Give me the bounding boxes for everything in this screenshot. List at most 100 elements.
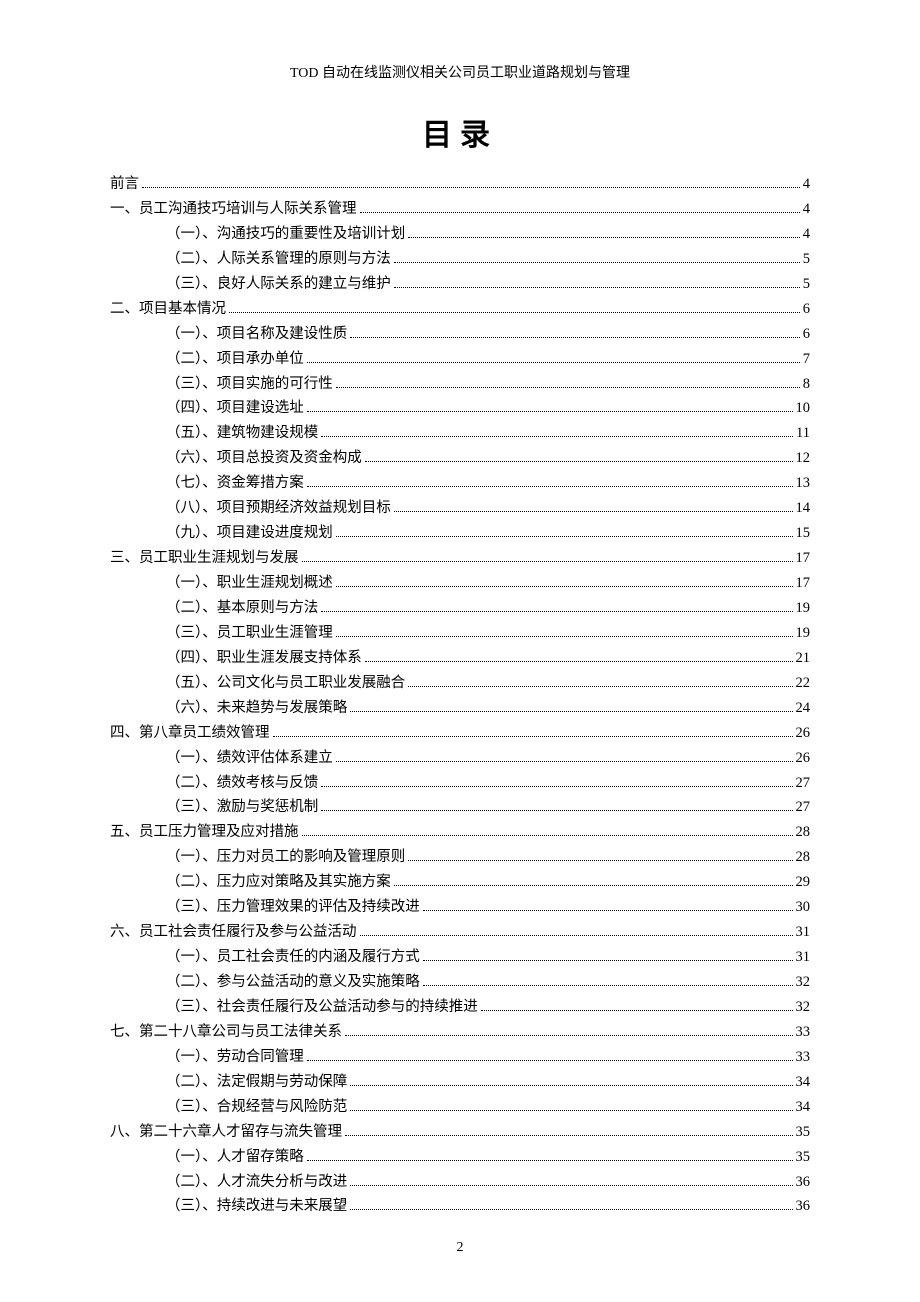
toc-entry[interactable]: （八）、项目预期经济效益规划目标 14 [110, 496, 810, 521]
toc-entry[interactable]: （一）、人才留存策略35 [110, 1145, 810, 1170]
toc-entry[interactable]: 八、第二十六章人才留存与流失管理35 [110, 1120, 810, 1145]
toc-entry[interactable]: （二）、绩效考核与反馈27 [110, 771, 810, 796]
toc-dot-leader [345, 1126, 793, 1136]
toc-dot-leader [336, 577, 793, 587]
toc-dot-leader [307, 1151, 793, 1161]
toc-dot-leader [408, 852, 792, 862]
toc-entry[interactable]: 五、员工压力管理及应对措施 28 [110, 820, 810, 845]
toc-entry-label: （二）、人才流失分析与改进 [166, 1170, 347, 1195]
toc-entry-page: 27 [796, 771, 811, 796]
toc-entry[interactable]: （三）、压力管理效果的评估及持续改进30 [110, 895, 810, 920]
toc-dot-leader [408, 228, 800, 238]
toc-entry[interactable]: （一）、项目名称及建设性质6 [110, 322, 810, 347]
toc-dot-leader [394, 278, 800, 288]
toc-dot-leader [360, 926, 793, 936]
toc-entry-label: （二）、人际关系管理的原则与方法 [166, 247, 391, 272]
toc-entry[interactable]: 六、员工社会责任履行及参与公益活动31 [110, 920, 810, 945]
toc-entry[interactable]: （三）、持续改进与未来展望36 [110, 1194, 810, 1219]
toc-dot-leader [423, 951, 793, 961]
toc-entry-page: 14 [796, 496, 811, 521]
toc-entry[interactable]: （三）、激励与奖惩机制 27 [110, 795, 810, 820]
toc-entry-label: （三）、激励与奖惩机制 [166, 795, 318, 820]
toc-entry-page: 36 [796, 1194, 811, 1219]
toc-entry-page: 21 [796, 646, 811, 671]
toc-entry-page: 32 [796, 970, 811, 995]
toc-entry[interactable]: （四）、职业生涯发展支持体系 21 [110, 646, 810, 671]
toc-entry-label: （一）、人才留存策略 [166, 1145, 304, 1170]
toc-entry[interactable]: （一）、员工社会责任的内涵及履行方式31 [110, 945, 810, 970]
toc-entry[interactable]: （一）、劳动合同管理33 [110, 1045, 810, 1070]
toc-entry[interactable]: （二）、法定假期与劳动保障34 [110, 1070, 810, 1095]
toc-entry[interactable]: （三）、良好人际关系的建立与维护5 [110, 272, 810, 297]
toc-entry[interactable]: （六）、项目总投资及资金构成 12 [110, 446, 810, 471]
toc-entry-label: 五、员工压力管理及应对措施 [110, 820, 299, 845]
toc-entry-label: 六、员工社会责任履行及参与公益活动 [110, 920, 357, 945]
toc-entry[interactable]: （二）、项目承办单位7 [110, 347, 810, 372]
toc-entry-page: 33 [796, 1045, 811, 1070]
toc-entry[interactable]: （二）、人才流失分析与改进36 [110, 1170, 810, 1195]
toc-entry[interactable]: （二）、压力应对策略及其实施方案29 [110, 870, 810, 895]
toc-entry-page: 34 [796, 1070, 811, 1095]
toc-dot-leader [350, 1201, 792, 1211]
toc-entry[interactable]: （三）、员工职业生涯管理19 [110, 621, 810, 646]
toc-entry[interactable]: （二）、参与公益活动的意义及实施策略 32 [110, 970, 810, 995]
toc-entry-page: 7 [803, 347, 810, 372]
toc-entry[interactable]: 四、第八章员工绩效管理26 [110, 721, 810, 746]
toc-entry-label: （一）、沟通技巧的重要性及培训计划 [166, 222, 405, 247]
toc-entry[interactable]: （四）、项目建设选址10 [110, 396, 810, 421]
toc-entry[interactable]: （九）、项目建设进度规划 15 [110, 521, 810, 546]
toc-entry-label: 一、员工沟通技巧培训与人际关系管理 [110, 197, 357, 222]
toc-dot-leader [394, 503, 793, 513]
toc-entry[interactable]: 前言4 [110, 172, 810, 197]
toc-entry-label: （六）、项目总投资及资金构成 [166, 446, 362, 471]
toc-entry[interactable]: （一）、沟通技巧的重要性及培训计划4 [110, 222, 810, 247]
toc-entry-page: 33 [796, 1020, 811, 1045]
toc-entry[interactable]: （二）、人际关系管理的原则与方法5 [110, 247, 810, 272]
toc-entry-label: （四）、职业生涯发展支持体系 [166, 646, 362, 671]
toc-entry-label: 七、第二十八章公司与员工法律关系 [110, 1020, 342, 1045]
toc-entry[interactable]: （三）、社会责任履行及公益活动参与的持续推进32 [110, 995, 810, 1020]
toc-entry-label: （八）、项目预期经济效益规划目标 [166, 496, 391, 521]
toc-dot-leader [336, 527, 793, 537]
toc-entry-page: 4 [803, 197, 810, 222]
toc-entry[interactable]: （三）、合规经营与风险防范34 [110, 1095, 810, 1120]
toc-entry[interactable]: 二、项目基本情况 6 [110, 297, 810, 322]
toc-dot-leader [321, 602, 792, 612]
toc-entry-label: （二）、参与公益活动的意义及实施策略 [166, 970, 420, 995]
toc-dot-leader [321, 777, 792, 787]
toc-entry[interactable]: （一）、绩效评估体系建立26 [110, 746, 810, 771]
toc-dot-leader [365, 652, 793, 662]
toc-entry[interactable]: 七、第二十八章公司与员工法律关系 33 [110, 1020, 810, 1045]
toc-entry-page: 12 [796, 446, 811, 471]
toc-dot-leader [321, 428, 793, 438]
toc-dot-leader [321, 802, 792, 812]
toc-dot-leader [302, 827, 793, 837]
toc-entry[interactable]: （五）、建筑物建设规模11 [110, 421, 810, 446]
toc-entry-page: 6 [803, 297, 810, 322]
toc-entry[interactable]: （六）、未来趋势与发展策略24 [110, 696, 810, 721]
toc-dot-leader [336, 752, 793, 762]
toc-entry[interactable]: （一）、压力对员工的影响及管理原则28 [110, 845, 810, 870]
toc-entry-label: （四）、项目建设选址 [166, 396, 304, 421]
toc-entry[interactable]: （一）、职业生涯规划概述17 [110, 571, 810, 596]
toc-entry-label: 三、员工职业生涯规划与发展 [110, 546, 299, 571]
toc-entry-page: 26 [796, 721, 811, 746]
toc-dot-leader [360, 203, 800, 213]
toc-entry[interactable]: （二）、基本原则与方法19 [110, 596, 810, 621]
toc-entry-page: 28 [796, 820, 811, 845]
toc-entry[interactable]: （五）、公司文化与员工职业发展融合22 [110, 671, 810, 696]
toc-entry-label: （九）、项目建设进度规划 [166, 521, 333, 546]
toc-dot-leader [481, 1001, 793, 1011]
toc-entry[interactable]: （七）、资金筹措方案13 [110, 471, 810, 496]
toc-entry-page: 24 [796, 696, 811, 721]
toc-entry-label: 前言 [110, 172, 139, 197]
toc-entry[interactable]: （三）、项目实施的可行性8 [110, 372, 810, 397]
toc-entry-label: （一）、员工社会责任的内涵及履行方式 [166, 945, 420, 970]
toc-entry-label: 二、项目基本情况 [110, 297, 226, 322]
toc-dot-leader [408, 677, 792, 687]
document-header: TOD 自动在线监测仪相关公司员工职业道路规划与管理 [110, 62, 810, 82]
toc-entry[interactable]: 三、员工职业生涯规划与发展17 [110, 546, 810, 571]
toc-entry[interactable]: 一、员工沟通技巧培训与人际关系管理 4 [110, 197, 810, 222]
toc-entry-page: 27 [796, 795, 811, 820]
toc-entry-page: 15 [796, 521, 811, 546]
